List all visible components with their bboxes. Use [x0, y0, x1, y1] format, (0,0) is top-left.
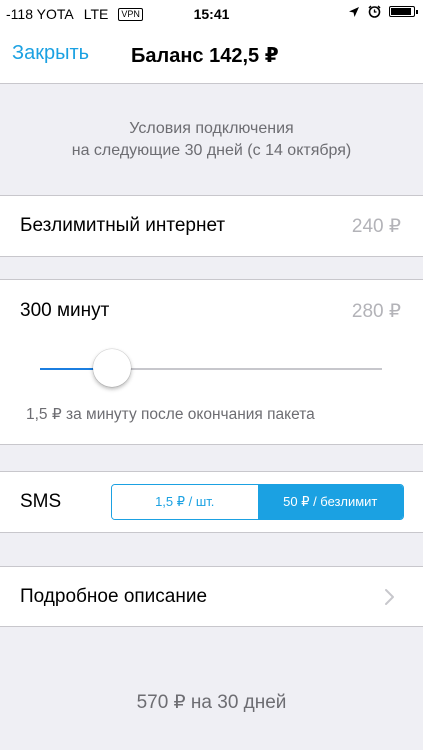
per-minute-note: 1,5 ₽ за минуту после окончания пакета [26, 406, 315, 423]
details-cell[interactable]: Подробное описание [0, 566, 423, 627]
close-button[interactable]: Закрыть [12, 42, 89, 65]
sms-cell: SMS 1,5 ₽ / шт. 50 ₽ / безлимит [0, 471, 423, 533]
minutes-label: 300 минут [20, 300, 110, 321]
minutes-slider[interactable] [40, 349, 382, 387]
sms-label: SMS [20, 491, 62, 512]
slider-thumb[interactable] [92, 349, 131, 387]
balance-title: Баланс 142,5 ₽ [131, 45, 279, 67]
chevron-right-icon [385, 589, 394, 605]
details-label: Подробное описание [20, 586, 208, 607]
total-price: 570 ₽ на 30 дней [136, 692, 287, 713]
battery-icon [389, 6, 418, 17]
alarm-clock-icon [368, 5, 381, 18]
internet-label: Безлимитный интернет [20, 215, 226, 236]
conditions-line-2: на следующие 30 дней (с 14 октября) [71, 142, 352, 159]
minutes-price: 280 ₽ [351, 301, 401, 322]
sms-segmented-control: 1,5 ₽ / шт. 50 ₽ / безлимит [111, 484, 404, 520]
status-right [348, 5, 418, 18]
conditions-text: Условия подключения на следующие 30 дней… [0, 118, 423, 162]
conditions-line-1: Условия подключения [129, 120, 294, 137]
sms-option-unlimited[interactable]: 50 ₽ / безлимит [257, 485, 403, 519]
internet-cell[interactable]: Безлимитный интернет 240 ₽ [0, 195, 423, 257]
minutes-cell: 300 минут 280 ₽ 1,5 ₽ за минуту после ок… [0, 279, 423, 445]
sms-option-per-message[interactable]: 1,5 ₽ / шт. [112, 485, 258, 519]
nav-bar: Закрыть Баланс 142,5 ₽ [0, 28, 423, 84]
location-arrow-icon [349, 6, 359, 17]
internet-price: 240 ₽ [351, 216, 401, 237]
battery-fill [391, 8, 411, 15]
status-bar: -118 YOTA LTE VPN 15:41 [0, 0, 423, 28]
